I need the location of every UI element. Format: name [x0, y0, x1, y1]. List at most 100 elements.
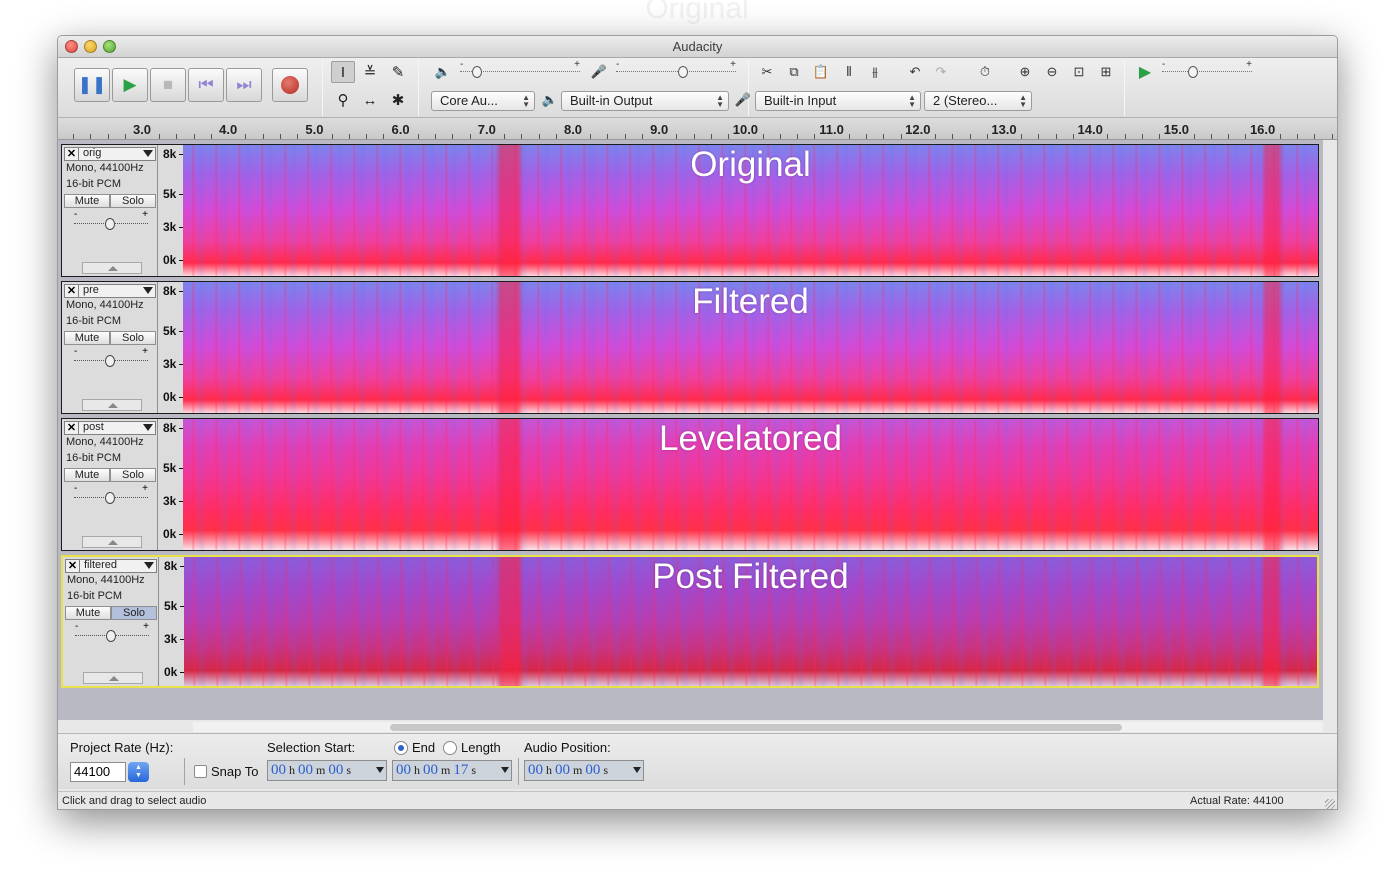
- mute-button[interactable]: Mute: [64, 468, 110, 482]
- zoom-out-button[interactable]: ⊖: [1041, 61, 1063, 83]
- stop-button[interactable]: ■: [150, 68, 186, 102]
- spectrogram[interactable]: Post Filtered: [184, 557, 1317, 686]
- skip-to-end-button[interactable]: ⏭: [226, 68, 262, 102]
- silence-button[interactable]: ⫵: [864, 61, 886, 83]
- track-menu-arrow-icon[interactable]: [144, 562, 154, 569]
- audio-track[interactable]: ✕ orig Mono, 44100Hz 16-bit PCM Mute Sol…: [61, 144, 1319, 277]
- selection-start-time[interactable]: 00 h 00 m 00 s: [267, 760, 387, 781]
- play-at-speed-button[interactable]: ▶: [1134, 61, 1156, 83]
- copy-button[interactable]: ⧉: [783, 61, 805, 83]
- play-button[interactable]: ▶: [112, 68, 148, 102]
- track-menu-arrow-icon[interactable]: [143, 287, 153, 294]
- ruler-tick-label: 12.0: [905, 122, 931, 137]
- ruler-tick-label: 7.0: [477, 122, 496, 137]
- slider-knob[interactable]: [105, 492, 115, 504]
- close-track-icon[interactable]: ✕: [66, 560, 80, 572]
- gain-slider[interactable]: - +: [74, 483, 148, 505]
- ruler-minor-tick: [469, 134, 471, 139]
- audio-host-select[interactable]: Core Au... ▲ ▼: [431, 91, 535, 111]
- trim-button[interactable]: ⫴: [838, 61, 860, 83]
- track-name-menu[interactable]: ✕ filtered: [65, 559, 157, 573]
- close-track-icon[interactable]: ✕: [65, 422, 79, 434]
- slider-knob[interactable]: [106, 630, 116, 642]
- collapse-track-button[interactable]: [82, 399, 142, 411]
- close-track-icon[interactable]: ✕: [65, 285, 79, 297]
- scrollbar-thumb[interactable]: [390, 724, 1122, 731]
- project-rate-stepper[interactable]: ▲ ▼: [128, 762, 149, 782]
- project-rate-field[interactable]: 44100: [70, 762, 126, 782]
- record-button[interactable]: [272, 68, 308, 102]
- solo-button[interactable]: Solo: [110, 331, 156, 345]
- audio-position-time[interactable]: 00 h 00 m 00 s: [524, 760, 644, 781]
- collapse-track-button[interactable]: [82, 536, 142, 548]
- solo-button[interactable]: Solo: [110, 468, 156, 482]
- time-shift-tool[interactable]: ↔: [358, 89, 382, 111]
- dropdown-arrow-icon[interactable]: [501, 767, 509, 773]
- spectrogram[interactable]: Levelatored: [183, 419, 1318, 550]
- snap-to-checkbox[interactable]: [194, 765, 207, 778]
- track-name-menu[interactable]: ✕ post: [64, 421, 156, 435]
- mute-button[interactable]: Mute: [64, 194, 110, 208]
- track-name-menu[interactable]: ✕ pre: [64, 284, 156, 298]
- slider-knob[interactable]: [678, 66, 688, 78]
- close-track-icon[interactable]: ✕: [65, 148, 79, 160]
- ruler-minor-tick: [935, 134, 937, 139]
- paste-button[interactable]: 📋: [810, 61, 832, 83]
- sync-lock-button[interactable]: ⏱: [974, 61, 996, 83]
- track-control-panel[interactable]: ✕ orig Mono, 44100Hz 16-bit PCM Mute Sol…: [62, 145, 158, 276]
- slider-knob[interactable]: [105, 355, 115, 367]
- multi-tool[interactable]: ✱: [386, 89, 410, 111]
- dropdown-arrow-icon[interactable]: [376, 767, 384, 773]
- play-icon: ▶: [1138, 64, 1152, 81]
- track-control-panel[interactable]: ✕ post Mono, 44100Hz 16-bit PCM Mute Sol…: [62, 419, 158, 550]
- spectrogram[interactable]: Filtered: [183, 282, 1318, 413]
- fit-selection-button[interactable]: ⊡: [1068, 61, 1090, 83]
- pause-button[interactable]: ❚❚: [74, 68, 110, 102]
- collapse-track-button[interactable]: [82, 262, 142, 274]
- zoom-tool[interactable]: ⚲: [331, 89, 355, 111]
- gain-slider[interactable]: - +: [74, 346, 148, 368]
- redo-button[interactable]: ↷: [930, 61, 952, 83]
- timeline-ruler[interactable]: 3.0 4.0 5.0 6.0 7.0 8.0 9.0 10.0 11.0 12.0 13.0 14.…: [58, 118, 1337, 140]
- zoom-in-button[interactable]: ⊕: [1014, 61, 1036, 83]
- gain-slider[interactable]: - +: [75, 621, 149, 643]
- skip-to-start-button[interactable]: ⏮: [188, 68, 224, 102]
- envelope-tool[interactable]: ≚: [358, 61, 382, 83]
- slider-knob[interactable]: [105, 218, 115, 230]
- audio-track[interactable]: ✕ pre Mono, 44100Hz 16-bit PCM Mute Solo…: [61, 281, 1319, 414]
- end-radio[interactable]: [394, 741, 408, 755]
- selection-tool[interactable]: I: [331, 61, 355, 83]
- play-speed-slider[interactable]: - +: [1162, 59, 1252, 79]
- collapse-track-button[interactable]: [83, 672, 143, 684]
- length-radio[interactable]: [443, 741, 457, 755]
- mute-button[interactable]: Mute: [65, 606, 111, 620]
- gain-slider[interactable]: - +: [74, 209, 148, 231]
- track-control-panel[interactable]: ✕ pre Mono, 44100Hz 16-bit PCM Mute Solo…: [62, 282, 158, 413]
- selection-end-time[interactable]: 00 h 00 m 17 s: [392, 760, 512, 781]
- solo-button[interactable]: Solo: [110, 194, 156, 208]
- input-volume-slider[interactable]: - +: [616, 59, 736, 79]
- slider-knob[interactable]: [1188, 66, 1198, 78]
- output-volume-slider[interactable]: - +: [460, 59, 580, 79]
- output-device-select[interactable]: Built-in Output ▲ ▼: [561, 91, 729, 111]
- fit-project-button[interactable]: ⊞: [1095, 61, 1117, 83]
- undo-button[interactable]: ↶: [904, 61, 926, 83]
- slider-knob[interactable]: [472, 66, 482, 78]
- mute-button[interactable]: Mute: [64, 331, 110, 345]
- resize-grip[interactable]: [1325, 799, 1335, 809]
- track-name-menu[interactable]: ✕ orig: [64, 147, 156, 161]
- track-menu-arrow-icon[interactable]: [143, 150, 153, 157]
- input-device-select[interactable]: Built-in Input ▲ ▼: [755, 91, 921, 111]
- dropdown-arrow-icon[interactable]: [633, 767, 641, 773]
- input-channels-select[interactable]: 2 (Stereo... ▲ ▼: [924, 91, 1032, 111]
- audio-track[interactable]: ✕ filtered Mono, 44100Hz 16-bit PCM Mute…: [61, 555, 1319, 688]
- cut-button[interactable]: ✂: [756, 61, 778, 83]
- track-control-panel[interactable]: ✕ filtered Mono, 44100Hz 16-bit PCM Mute…: [63, 557, 159, 686]
- track-format: Mono, 44100Hz: [66, 436, 144, 448]
- horizontal-scrollbar[interactable]: [193, 722, 1323, 732]
- solo-button[interactable]: Solo: [111, 606, 157, 620]
- audio-track[interactable]: ✕ post Mono, 44100Hz 16-bit PCM Mute Sol…: [61, 418, 1319, 551]
- spectrogram[interactable]: Original: [183, 145, 1318, 276]
- track-menu-arrow-icon[interactable]: [143, 424, 153, 431]
- draw-tool[interactable]: ✎: [386, 61, 410, 83]
